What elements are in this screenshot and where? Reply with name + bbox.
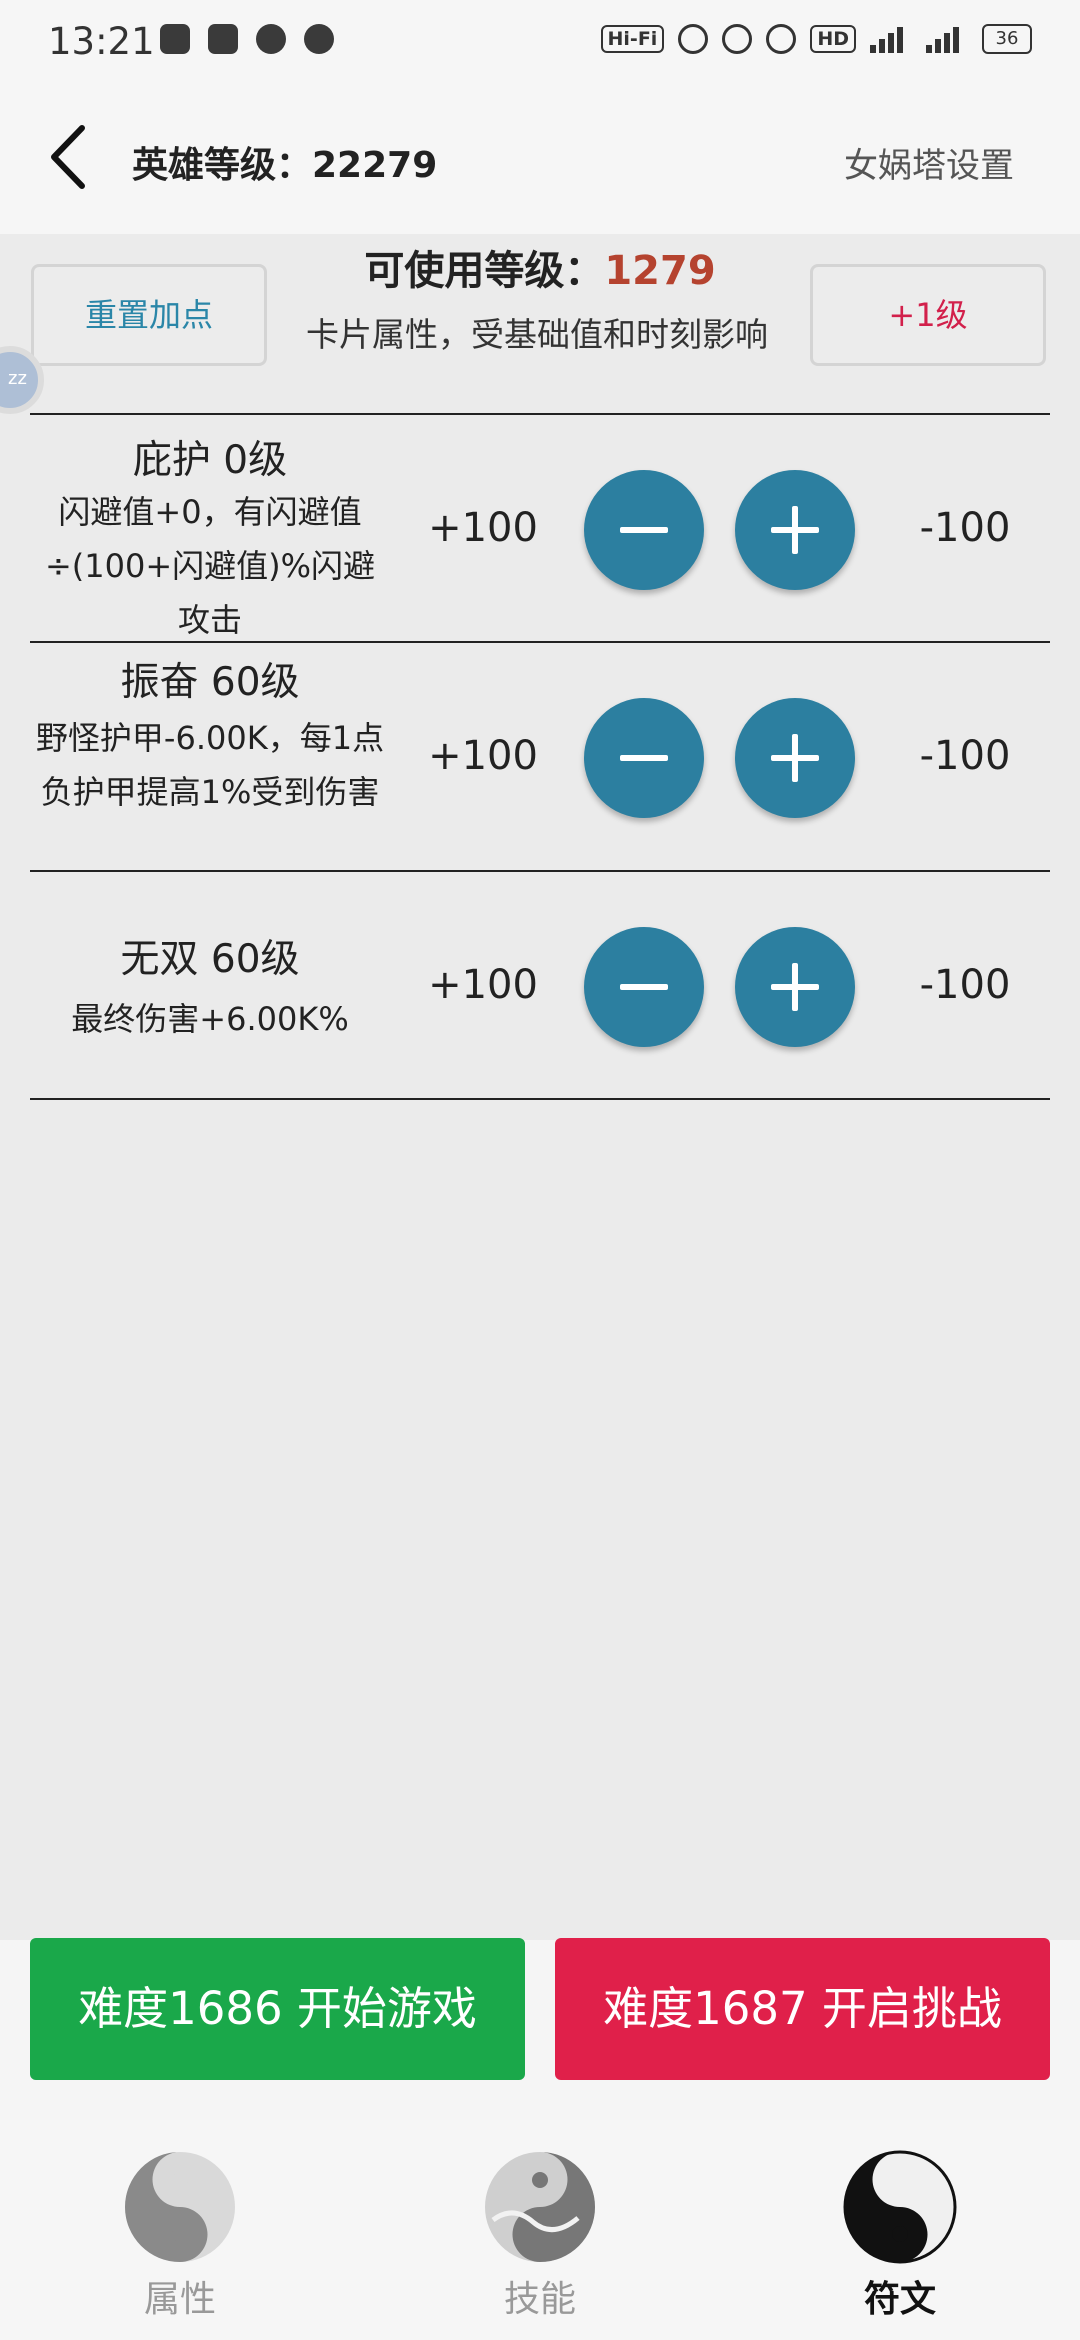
bottom-nav: 属性 技能 符文 <box>0 2120 1080 2340</box>
notification-icons <box>160 24 334 54</box>
rune-name: 无双 60级 <box>120 937 300 982</box>
back-button[interactable] <box>44 122 94 192</box>
divider <box>30 1098 1050 1100</box>
rune-plus-value: +100 <box>428 505 538 551</box>
available-level: 可使用等级：1279 <box>250 238 830 296</box>
rune-minus-value: -100 <box>919 733 1011 779</box>
tab-attributes[interactable]: 属性 <box>80 2150 280 2322</box>
tab-label: 符文 <box>863 2279 936 2320</box>
rune-name: 庇护 0级 <box>132 438 288 483</box>
decrease-button[interactable] <box>584 470 704 590</box>
card-icon <box>208 24 238 54</box>
available-level-value: 1279 <box>604 248 716 294</box>
chevron-left-icon <box>51 125 85 189</box>
rune-description: 闪避值+0，有闪避值÷(100+闪避值)%闪避攻击 <box>44 493 376 639</box>
status-time: 13:21 <box>48 20 155 63</box>
yin-yang-white-icon <box>123 2150 237 2264</box>
tower-settings-link[interactable]: 女娲塔设置 <box>844 138 1014 187</box>
reset-points-button[interactable]: 重置加点 <box>31 264 267 366</box>
rune-description: 最终伤害+6.00K% <box>71 1000 349 1038</box>
yin-yang-wave-icon <box>483 2150 597 2264</box>
page-title: 英雄等级：22279 <box>132 145 438 186</box>
hd-icon: HD <box>810 25 856 53</box>
tab-skills[interactable]: 技能 <box>440 2150 640 2322</box>
app-header: 英雄等级：22279 女娲塔设置 <box>0 84 1080 234</box>
signal-icon <box>926 25 968 53</box>
decrease-button[interactable] <box>584 698 704 818</box>
rune-row: 振奋 60级 野怪护甲-6.00K，每1点负护甲提高1%受到伤害 +100 -1… <box>0 643 1080 871</box>
tab-label: 技能 <box>503 2279 576 2320</box>
battery-icon: 36 <box>982 24 1032 54</box>
rune-description: 野怪护甲-6.00K，每1点负护甲提高1%受到伤害 <box>35 719 385 811</box>
hifi-icon: Hi-Fi <box>600 25 665 53</box>
plus-one-level-button[interactable]: +1级 <box>810 264 1046 366</box>
tab-label: 属性 <box>143 2279 216 2320</box>
rune-plus-value: +100 <box>428 962 538 1008</box>
card-attribute-description: 卡片属性，受基础值和时刻影响 <box>306 315 768 354</box>
increase-button[interactable] <box>735 698 855 818</box>
decrease-button[interactable] <box>584 927 704 1047</box>
yin-yang-black-icon <box>843 2150 957 2264</box>
available-level-label: 可使用等级： <box>364 248 605 294</box>
rune-minus-value: -100 <box>919 505 1011 551</box>
status-bar: 13:21 Hi-Fi HD 36 <box>0 0 1080 84</box>
signal-icon <box>870 25 912 53</box>
minus-icon <box>620 755 668 761</box>
increase-button[interactable] <box>735 470 855 590</box>
system-icons: Hi-Fi HD 36 <box>600 24 1032 54</box>
start-challenge-button[interactable]: 难度1687 开启挑战 <box>555 1938 1050 2080</box>
message-icon <box>256 24 286 54</box>
increase-button[interactable] <box>735 927 855 1047</box>
tab-runes[interactable]: 符文 <box>800 2150 1000 2322</box>
minus-icon <box>620 527 668 533</box>
rune-plus-value: +100 <box>428 733 538 779</box>
alarm-icon <box>722 24 753 54</box>
rune-row: 无双 60级 最终伤害+6.00K% +100 -100 <box>0 872 1080 1100</box>
rune-row: 庇护 0级 闪避值+0，有闪避值÷(100+闪避值)%闪避攻击 +100 -10… <box>0 415 1080 643</box>
rune-minus-value: -100 <box>919 962 1011 1008</box>
cat-icon <box>304 24 334 54</box>
location-icon <box>766 24 797 54</box>
headphones-icon <box>678 24 709 54</box>
start-game-button[interactable]: 难度1686 开始游戏 <box>30 1938 525 2080</box>
tv-icon <box>160 24 190 54</box>
rune-name: 振奋 60级 <box>120 660 300 705</box>
minus-icon <box>620 984 668 990</box>
